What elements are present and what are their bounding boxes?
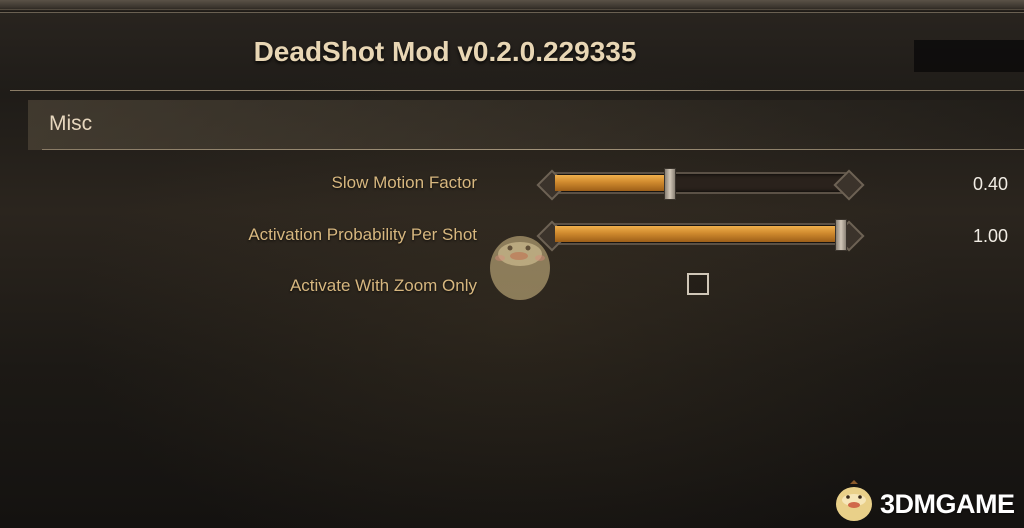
slider-handle[interactable] [835,219,847,251]
watermark-text: 3DMGAME [880,489,1015,519]
page-title: DeadShot Mod v0.2.0.229335 [253,36,637,67]
slow-motion-factor-value: 0.40 [972,174,1008,194]
slider-handle[interactable] [664,168,676,200]
activate-with-zoom-only-checkbox[interactable] [687,273,709,295]
section-title: Misc [49,112,93,135]
activate-with-zoom-only-label: Activate With Zoom Only [289,276,477,295]
top-frame [0,0,1024,13]
title-divider [10,90,1024,91]
activation-probability-value: 1.00 [972,226,1008,246]
activation-probability-label: Activation Probability Per Shot [248,225,477,244]
slider-fill [555,226,840,242]
slow-motion-factor-label: Slow Motion Factor [331,173,478,192]
activation-probability-slider[interactable] [536,219,865,252]
section-header[interactable] [28,100,1024,150]
slider-fill [555,175,669,191]
section-divider [42,149,1024,150]
slow-motion-factor-slider[interactable] [536,168,865,201]
dark-panel [914,40,1024,72]
mascot-bird-icon [490,236,550,300]
